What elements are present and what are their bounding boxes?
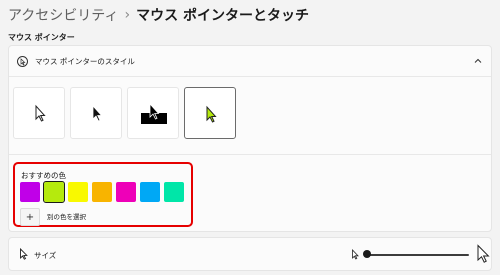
- pointer-style-white[interactable]: [13, 87, 65, 139]
- size-label: サイズ: [34, 251, 57, 260]
- recommended-colors-section: おすすめの色 + 別の色を選択: [13, 162, 193, 227]
- color-swatch[interactable]: [140, 182, 160, 202]
- section-label: マウス ポインター: [8, 33, 75, 42]
- color-swatch[interactable]: [43, 181, 65, 203]
- pointer-style-black[interactable]: [70, 87, 122, 139]
- plus-icon: +: [25, 211, 35, 223]
- color-swatches: [20, 181, 184, 203]
- pointer-style-icon: [17, 56, 28, 67]
- black-cursor-icon: [92, 104, 103, 122]
- pointer-style-card: マウス ポインターのスタイル おすすめの色 + 別の色を選択: [8, 45, 492, 232]
- color-swatch[interactable]: [20, 182, 40, 202]
- breadcrumb-parent[interactable]: アクセシビリティ: [8, 5, 118, 25]
- inverted-cursor-icon: [141, 102, 167, 124]
- size-setting-row: サイズ: [8, 237, 492, 271]
- size-cursor-icon: [20, 248, 28, 260]
- divider: [9, 154, 491, 155]
- color-swatch[interactable]: [116, 182, 136, 202]
- size-slider-thumb[interactable]: [363, 250, 372, 258]
- pointer-style-header[interactable]: マウス ポインターのスタイル: [9, 46, 491, 76]
- pointer-style-custom[interactable]: [184, 87, 236, 139]
- custom-color-label[interactable]: 別の色を選択: [47, 211, 86, 221]
- color-swatch[interactable]: [92, 182, 112, 202]
- breadcrumb-separator: ›: [124, 7, 131, 23]
- pointer-style-label: マウス ポインターのスタイル: [35, 57, 135, 66]
- large-pointer-icon: [477, 244, 490, 263]
- custom-color-cursor-icon: [206, 105, 217, 123]
- page-title: マウス ポインターとタッチ: [136, 8, 309, 24]
- small-pointer-icon: [352, 249, 359, 260]
- white-cursor-icon: [35, 104, 46, 122]
- divider: [9, 76, 491, 77]
- chevron-up-icon[interactable]: [473, 56, 483, 66]
- color-swatch[interactable]: [164, 182, 184, 202]
- size-slider-track[interactable]: [365, 254, 469, 256]
- pointer-style-inverted[interactable]: [127, 87, 179, 139]
- breadcrumb: アクセシビリティ › マウス ポインターとタッチ: [8, 4, 309, 26]
- recommended-colors-title: おすすめの色: [21, 171, 66, 180]
- add-custom-color-button[interactable]: +: [20, 208, 40, 226]
- color-swatch[interactable]: [68, 182, 88, 202]
